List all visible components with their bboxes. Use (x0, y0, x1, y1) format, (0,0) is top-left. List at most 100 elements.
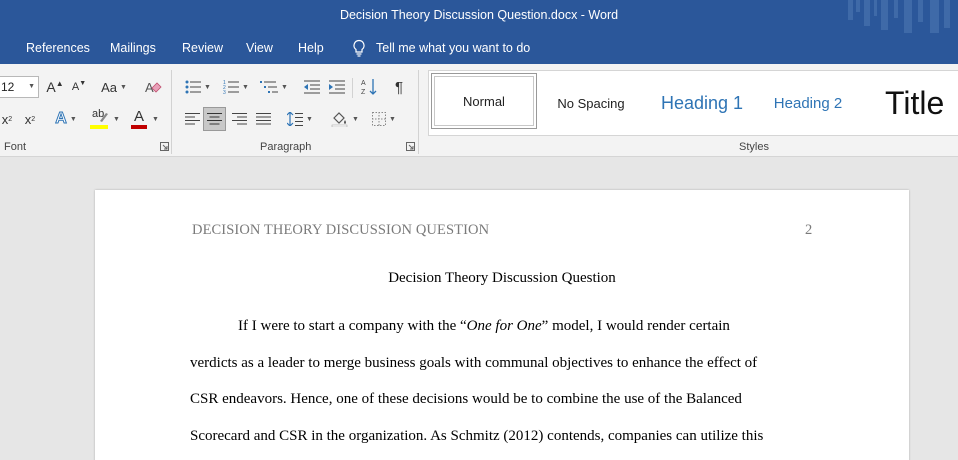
tell-me-search[interactable]: Tell me what you want to do (352, 39, 530, 57)
shrink-font-icon: A (71, 81, 80, 93)
superscript-mark: 2 (31, 115, 36, 123)
change-case-icon: Aa (101, 79, 117, 95)
shrink-arrow-icon: ▼ (79, 79, 87, 87)
chevron-down-icon: ▼ (389, 115, 396, 123)
tell-me-text: Tell me what you want to do (376, 41, 531, 55)
clear-formatting-button[interactable]: A (143, 76, 163, 98)
borders-icon (372, 112, 387, 126)
svg-text:3: 3 (223, 90, 226, 94)
chevron-down-icon: ▼ (204, 83, 211, 91)
text-run: ” model, I would render certain (541, 318, 730, 334)
group-separator (171, 70, 172, 154)
chevron-down-icon: ▼ (113, 115, 120, 123)
decrease-indent-icon (304, 80, 320, 94)
svg-text:A: A (361, 80, 366, 87)
paragraph-line: If I were to start a company with the “O… (238, 318, 730, 335)
style-no-spacing[interactable]: No Spacing (541, 71, 641, 135)
numbering-icon: 1 2 3 (223, 80, 240, 94)
highlighter-icon: ab (90, 108, 110, 130)
bullets-button[interactable]: ▼ (182, 76, 214, 98)
chevron-down-icon: ▼ (352, 115, 359, 123)
align-right-button[interactable] (229, 108, 249, 130)
line-spacing-button[interactable]: ▼ (284, 108, 316, 130)
align-center-icon (207, 113, 222, 125)
font-color-bar (131, 125, 148, 129)
chevron-down-icon: ▼ (281, 83, 288, 91)
subscript-mark: 2 (8, 115, 13, 123)
paragraph-group-label: Paragraph (260, 141, 312, 153)
style-normal[interactable]: Normal (431, 73, 537, 129)
paragraph-dialog-launcher-icon[interactable] (406, 142, 415, 151)
chevron-down-icon: ▼ (69, 115, 77, 123)
running-header: DECISION THEORY DISCUSSION QUESTION (192, 222, 490, 238)
tab-view[interactable]: View (246, 41, 273, 55)
show-formatting-button[interactable]: ¶ (388, 76, 410, 98)
text-run: If I were to start a company with the “ (238, 318, 467, 334)
text-effects-button[interactable]: A ▼ (52, 108, 80, 130)
tab-help[interactable]: Help (298, 41, 324, 55)
group-separator (418, 70, 419, 154)
paragraph-line: CSR endeavors. Hence, one of these decis… (190, 391, 742, 407)
pilcrow-icon: ¶ (394, 78, 404, 96)
font-color-label: A (134, 108, 145, 125)
sort-icon: A Z (361, 79, 377, 96)
align-right-icon (231, 113, 247, 125)
decrease-indent-button[interactable] (302, 76, 322, 98)
sort-button[interactable]: A Z (359, 76, 379, 98)
increase-indent-icon (329, 80, 345, 94)
change-case-button[interactable]: Aa ▼ (98, 77, 130, 97)
font-dialog-launcher-icon[interactable] (160, 142, 169, 151)
grow-font-button[interactable]: A ▲ (46, 77, 64, 97)
tab-mailings[interactable]: Mailings (110, 41, 156, 55)
chevron-down-icon[interactable]: ▼ (28, 83, 35, 90)
superscript-button[interactable]: x2 (22, 109, 38, 129)
chevron-down-icon: ▼ (306, 115, 313, 123)
document-title: Decision Theory Discussion Question (388, 270, 616, 286)
grow-arrow-icon: ▲ (55, 78, 64, 88)
grow-font-icon: A (46, 79, 56, 95)
highlight-color-bar (90, 125, 109, 129)
justify-icon (255, 113, 271, 125)
clear-formatting-icon: A (145, 80, 162, 95)
style-heading-1[interactable]: Heading 1 (647, 71, 757, 135)
font-color-button[interactable]: A ▼ (128, 107, 162, 131)
document-page[interactable]: DECISION THEORY DISCUSSION QUESTION 2 De… (95, 190, 909, 460)
window-title: Decision Theory Discussion Question.docx… (339, 8, 619, 22)
align-center-button[interactable] (203, 107, 226, 131)
align-left-button[interactable] (182, 108, 202, 130)
multilevel-list-icon (260, 81, 279, 93)
chevron-down-icon: ▼ (152, 115, 159, 123)
svg-text:Z: Z (361, 89, 366, 96)
ribbon: 12 ▼ A ▲ A ▼ Aa ▼ A x2 x2 A ▼ ab ▼ A ▼ F… (0, 64, 958, 157)
toolbar-separator (352, 78, 353, 98)
numbering-button[interactable]: 1 2 3 ▼ (220, 76, 252, 98)
lightbulb-icon (353, 39, 365, 57)
highlight-button[interactable]: ab ▼ (88, 107, 122, 131)
styles-gallery: Normal No Spacing Heading 1 Heading 2 Ti… (428, 70, 958, 136)
styles-group-label: Styles (739, 141, 769, 153)
font-group-label: Font (4, 141, 27, 153)
tab-references[interactable]: References (26, 41, 90, 55)
justify-button[interactable] (253, 108, 273, 130)
chevron-down-icon: ▼ (242, 83, 249, 91)
shading-button[interactable]: ▼ (328, 108, 362, 130)
document-area: DECISION THEORY DISCUSSION QUESTION 2 De… (0, 157, 958, 460)
font-color-icon: A (131, 108, 149, 130)
shrink-font-button[interactable]: A ▼ (70, 77, 88, 97)
bullets-icon (185, 80, 202, 94)
font-size-box[interactable]: 12 ▼ (0, 76, 39, 98)
multilevel-list-button[interactable]: ▼ (258, 76, 290, 98)
borders-button[interactable]: ▼ (367, 108, 401, 130)
title-bar: Decision Theory Discussion Question.docx… (0, 0, 958, 33)
line-spacing-icon (287, 112, 304, 126)
font-size-value: 12 (1, 80, 15, 94)
increase-indent-button[interactable] (327, 76, 347, 98)
tab-review[interactable]: Review (182, 41, 223, 55)
paint-bucket-icon (331, 112, 348, 127)
style-normal-label: Normal (434, 76, 534, 126)
title-bar-decoration (848, 0, 950, 33)
style-heading-2[interactable]: Heading 2 (765, 71, 851, 135)
subscript-button[interactable]: x2 (0, 109, 14, 129)
paragraph-line: Scorecard and CSR in the organization. A… (190, 428, 764, 444)
style-title[interactable]: Title (881, 71, 958, 135)
